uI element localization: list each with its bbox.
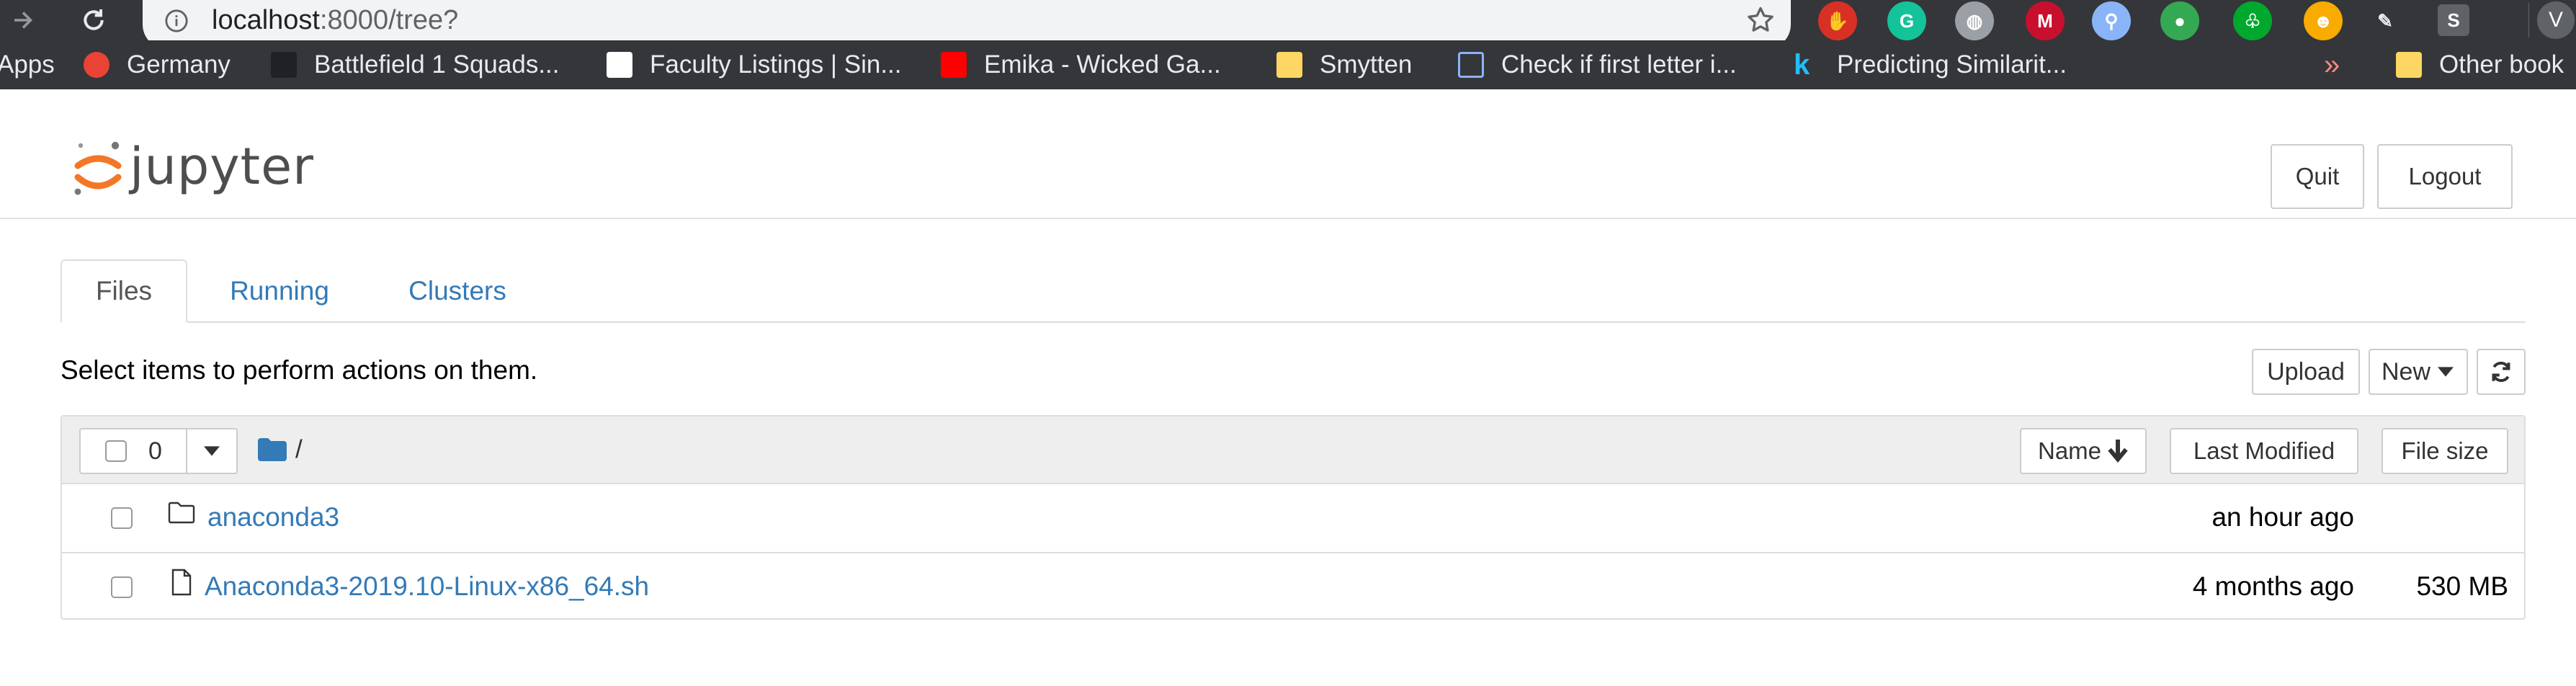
s-extension-icon[interactable]: S [2438,4,2469,36]
bookmark-label: Predicting Similarit... [1837,50,2067,79]
row-checkbox[interactable] [111,576,133,598]
url-text[interactable]: localhost:8000/tree? [212,4,458,36]
breadcrumb-path[interactable]: / [295,435,303,464]
folder-icon[interactable] [258,438,287,461]
globe-icon[interactable]: ◍ [1955,1,1994,40]
sort-name-button[interactable]: Name [2020,428,2147,474]
bookmark-item[interactable]: Germany [84,40,231,89]
select-dropdown-button[interactable] [187,429,236,473]
quit-button[interactable]: Quit [2271,144,2364,209]
file-size: 530 MB [2416,571,2508,601]
row-checkbox[interactable] [111,507,133,529]
folder-icon [2396,52,2422,78]
bookmark-item[interactable]: Check if first letter i... [1458,40,1737,89]
pen-check-icon[interactable]: ✎ [2366,1,2405,40]
jupyter-logo-icon [74,141,122,195]
reload-button[interactable] [78,4,109,36]
new-label: New [2382,357,2431,386]
tab-files[interactable]: Files [61,259,187,323]
adblock-icon[interactable]: ✋ [1818,1,1857,40]
tab-clusters[interactable]: Clusters [389,259,526,323]
selected-count: 0 [148,437,162,465]
file-list-header: 0 / Name Last Modified File size [62,416,2524,484]
other-bookmarks-button[interactable]: Other book [2396,40,2564,89]
logout-button[interactable]: Logout [2377,144,2513,209]
brackets-icon [1458,52,1484,78]
bookmarks-overflow-button[interactable]: » [2324,40,2340,89]
arrow-down-icon [2108,440,2128,463]
bookmark-item[interactable]: Faculty Listings | Sin... [607,40,902,89]
reload-icon [84,9,104,30]
bookmark-label: Germany [127,50,231,79]
url-host: localhost [212,5,320,35]
file-row[interactable]: anaconda3 an hour ago [62,484,2524,552]
file-outline-icon [171,569,192,596]
evernote-icon[interactable]: ♧ [2233,1,2272,40]
arrow-right-icon [14,12,33,29]
folder-icon [1276,52,1302,78]
tab-underline [61,321,2526,323]
browser-toolbar: localhost:8000/tree? V ✋ G ◍ M ⚲ ● ♧ ☻ ✎ S [0,0,2576,49]
bookmark-item[interactable]: k Predicting Similarit... [1794,40,2067,89]
bookmark-star-icon[interactable] [1745,4,1776,36]
url-path: :8000/tree? [319,5,459,35]
sort-last-modified-button[interactable]: Last Modified [2170,428,2358,474]
file-name-link[interactable]: anaconda3 [207,500,339,535]
sort-file-size-button[interactable]: File size [2382,428,2508,474]
bookmark-label: Battlefield 1 Squads... [314,50,560,79]
info-icon[interactable] [164,9,189,33]
file-list: 0 / Name Last Modified File size anacond… [61,415,2526,620]
folder-outline-icon [168,502,195,524]
bookmark-item[interactable]: Apps [0,40,55,89]
refresh-icon [2492,361,2510,383]
green-bubble-icon[interactable]: ● [2160,1,2199,40]
bookmark-label: Emika - Wicked Ga... [984,50,1221,79]
select-all-checkbox[interactable] [105,440,127,462]
new-dropdown-button[interactable]: New [2369,349,2468,395]
select-all-group: 0 [79,428,238,474]
toolbar-divider [2528,3,2529,37]
search-person-icon[interactable]: ⚲ [2092,1,2131,40]
bookmark-label: Smytten [1320,50,1413,79]
tab-running[interactable]: Running [213,259,346,323]
faculty-icon [607,52,632,78]
profile-initial: V [2548,8,2563,32]
grammarly-icon[interactable]: G [1887,1,1926,40]
battlefield-icon [271,52,297,78]
caret-down-icon [204,446,220,456]
profile-avatar[interactable]: V [2537,1,2575,39]
file-name-link[interactable]: Anaconda3-2019.10-Linux-x86_64.sh [205,569,649,604]
youtube-icon [941,52,967,78]
sort-name-label: Name [2037,437,2102,464]
file-modified: an hour ago [2211,502,2354,532]
bookmark-item[interactable]: Smytten [1276,40,1412,89]
other-bookmarks-label: Other book [2439,50,2564,79]
bookmark-label: Check if first letter i... [1501,50,1737,79]
jupyter-header: jupyter Quit Logout [0,89,2576,219]
jupyter-wordmark: jupyter [130,137,314,196]
germany-icon [84,52,109,78]
bookmark-label: Apps [0,50,55,79]
refresh-button[interactable] [2477,349,2526,395]
mcafee-icon[interactable]: M [2026,1,2065,40]
kaggle-icon: k [1794,49,1810,81]
bookmark-label: Faculty Listings | Sin... [650,50,902,79]
bookmark-item[interactable]: Battlefield 1 Squads... [271,40,560,89]
caret-down-icon [2438,367,2454,377]
breadcrumb: / [258,435,303,464]
nerd-face-icon[interactable]: ☻ [2304,1,2343,40]
bookmark-item[interactable]: Emika - Wicked Ga... [941,40,1221,89]
selection-message: Select items to perform actions on them. [61,355,538,385]
upload-button[interactable]: Upload [2252,349,2360,395]
file-row[interactable]: Anaconda3-2019.10-Linux-x86_64.sh 4 month… [62,552,2524,620]
forward-button[interactable] [7,4,39,36]
file-modified: 4 months ago [2192,571,2354,601]
